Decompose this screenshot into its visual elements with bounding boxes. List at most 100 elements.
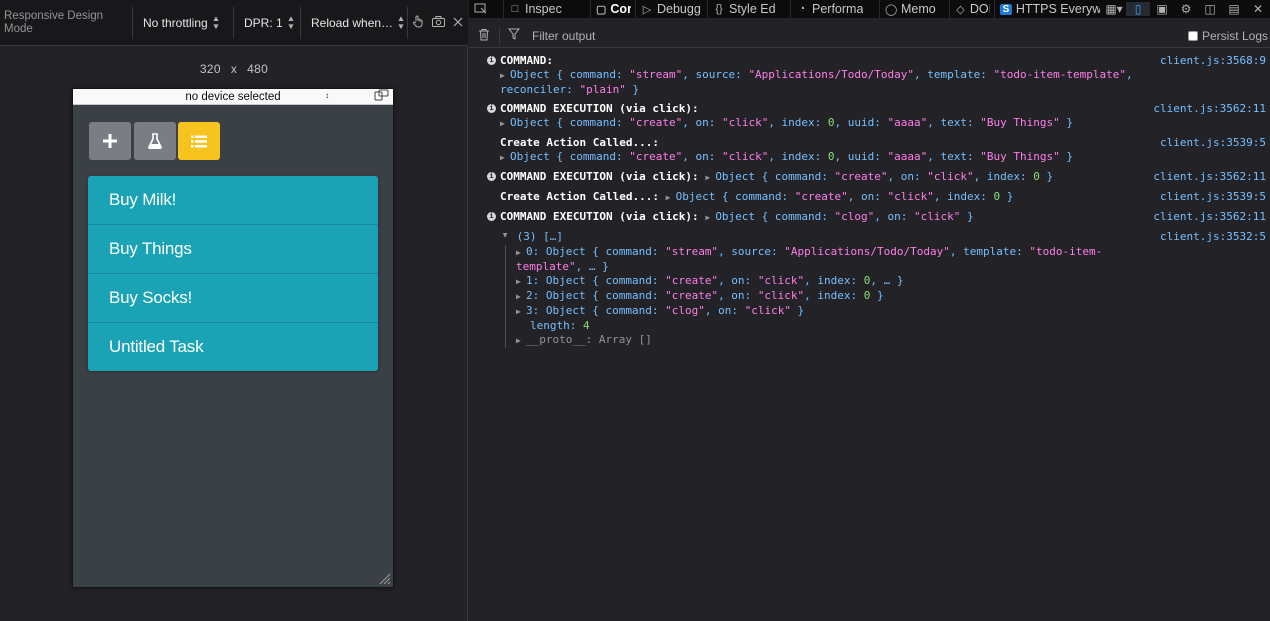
- tab-console[interactable]: ▢Conso: [591, 0, 636, 18]
- expand-arrow-icon[interactable]: ▶: [516, 275, 526, 289]
- object-preview[interactable]: ▶ Object { command: "clog", on: "click" }: [705, 210, 973, 223]
- pick-element-button[interactable]: [469, 0, 504, 18]
- expand-arrow-icon[interactable]: ▶: [705, 171, 715, 185]
- collapse-arrow-icon[interactable]: ▶: [498, 233, 512, 243]
- console-message: client.js:3532:5 ▶ (3) […] ▶ 0: Object { …: [469, 230, 1270, 348]
- source-link[interactable]: client.js:3539:5: [1160, 190, 1266, 204]
- expand-arrow-icon[interactable]: ▶: [705, 211, 715, 225]
- responsive-mode-icon[interactable]: ▯: [1126, 2, 1150, 16]
- expand-arrow-icon[interactable]: ▶: [500, 117, 510, 131]
- screenshot-icon[interactable]: ▣: [1150, 2, 1174, 16]
- resize-handle-icon[interactable]: [379, 573, 391, 585]
- object-preview[interactable]: ▶ Object { command: "create", on: "click"…: [666, 190, 1014, 203]
- info-icon: i: [487, 104, 496, 113]
- chevron-updown-icon: ▲ ▼: [286, 13, 296, 31]
- https-everywhere-icon: S: [1000, 3, 1012, 15]
- array-header[interactable]: ▶ (3) […]: [500, 230, 1150, 245]
- source-link[interactable]: client.js:3562:11: [1153, 210, 1266, 224]
- expand-arrow-icon[interactable]: ▶: [516, 305, 526, 319]
- filter-output-input[interactable]: Filter output: [528, 29, 1188, 43]
- devtools-pane: □Inspec ▢Conso ▷Debugg {}Style Ed ◔Perfo…: [469, 0, 1270, 621]
- tab-debugger[interactable]: ▷ Debugg: [636, 0, 708, 18]
- expand-arrow-icon[interactable]: ▶: [500, 151, 510, 165]
- camera-icon[interactable]: [428, 15, 449, 30]
- style-editor-icon: {}: [715, 3, 723, 15]
- array-proto[interactable]: ▶ __proto__: Array []: [516, 333, 1150, 348]
- expand-arrow-icon[interactable]: ▶: [666, 191, 676, 205]
- expand-arrow-icon[interactable]: ▶: [500, 69, 510, 83]
- device-frame: no device selected ↕ Buy Milk! Buy Thing…: [72, 88, 394, 588]
- layout-dropdown-icon[interactable]: ▦▾: [1102, 2, 1126, 16]
- dpr-select[interactable]: DPR: 1 ▲ ▼: [234, 13, 300, 31]
- expand-arrow-icon[interactable]: ▶: [516, 334, 526, 348]
- list-view-button[interactable]: [178, 122, 220, 160]
- rdm-toolbar: Responsive Design Mode No throttling ▲ ▼ …: [0, 0, 468, 46]
- viewport-width[interactable]: 320: [200, 62, 221, 76]
- persist-logs-checkbox[interactable]: Persist Logs: [1187, 29, 1270, 43]
- rdm-title: Responsive Design Mode: [4, 9, 104, 35]
- checkbox[interactable]: [1187, 30, 1198, 41]
- device-selector[interactable]: no device selected ↕: [73, 89, 393, 105]
- tab-inspector[interactable]: □ Inspec: [504, 0, 591, 18]
- throttling-select[interactable]: No throttling ▲ ▼: [133, 13, 233, 31]
- array-entry[interactable]: ▶ 2: Object { command: "create", on: "cli…: [516, 289, 1150, 304]
- touch-simulation-icon[interactable]: [408, 15, 428, 31]
- viewport-size-readout: 320 x 480: [199, 62, 269, 76]
- object-preview[interactable]: ▶ Object { command: "stream", source: "Ap…: [500, 68, 1150, 97]
- dock-side-icon[interactable]: ◫: [1198, 2, 1222, 16]
- info-icon: i: [487, 212, 496, 221]
- console-icon: ▢: [596, 3, 607, 16]
- expand-arrow-icon[interactable]: ▶: [516, 290, 526, 304]
- source-link[interactable]: client.js:3532:5: [1160, 230, 1266, 244]
- todo-list: Buy Milk! Buy Things Buy Socks! Untitled…: [88, 176, 378, 371]
- devtools-toolbar-icons: ▦▾ ▯ ▣ ⚙ ◫ ▤ ✕: [1102, 0, 1270, 18]
- chevron-updown-icon: ▲ ▼: [396, 13, 406, 31]
- object-preview[interactable]: ▶ Object { command: "create", on: "click"…: [500, 150, 1150, 165]
- todo-item[interactable]: Untitled Task: [88, 323, 378, 371]
- source-link[interactable]: client.js:3568:9: [1160, 54, 1266, 68]
- gear-icon[interactable]: ⚙: [1174, 2, 1198, 16]
- chevron-updown-icon: ▲ ▼: [211, 13, 221, 31]
- list-icon: [191, 135, 207, 147]
- close-devtools-icon[interactable]: ✕: [1246, 2, 1270, 16]
- array-entry[interactable]: ▶ 0: Object { command: "stream", source: …: [516, 245, 1150, 274]
- expand-arrow-icon[interactable]: ▶: [516, 246, 526, 260]
- console-message: i client.js:3568:9 COMMAND: ▶ Object { co…: [469, 54, 1270, 97]
- inspector-icon: □: [511, 3, 519, 15]
- console-message: client.js:3539:5 Create Action Called...…: [500, 136, 1266, 165]
- viewport-height[interactable]: 480: [247, 62, 268, 76]
- source-link[interactable]: client.js:3539:5: [1160, 136, 1266, 150]
- flask-button[interactable]: [134, 122, 176, 160]
- object-preview[interactable]: ▶ Object { command: "create", on: "click"…: [500, 116, 1150, 131]
- info-icon: i: [487, 172, 496, 181]
- tab-dom[interactable]: ◇ DOI: [950, 0, 995, 18]
- tab-style-editor[interactable]: {} Style Ed: [708, 0, 791, 18]
- chevron-updown-icon: ↕: [325, 91, 329, 100]
- array-entry[interactable]: ▶ 1: Object { command: "create", on: "cli…: [516, 274, 1150, 289]
- dock-bottom-icon[interactable]: ▤: [1222, 2, 1246, 16]
- console-output: i client.js:3568:9 COMMAND: ▶ Object { co…: [469, 50, 1270, 621]
- tab-memory[interactable]: ◯ Memo: [880, 0, 950, 18]
- trash-icon[interactable]: [469, 28, 499, 44]
- plus-icon: [103, 134, 117, 148]
- source-link[interactable]: client.js:3562:11: [1153, 102, 1266, 116]
- tab-performance[interactable]: ◔ Performa: [791, 0, 880, 18]
- object-preview[interactable]: ▶ Object { command: "create", on: "click"…: [705, 170, 1053, 183]
- array-entry[interactable]: ▶ 3: Object { command: "clog", on: "click…: [516, 304, 1150, 319]
- info-icon: i: [487, 56, 496, 65]
- source-link[interactable]: client.js:3562:11: [1153, 170, 1266, 184]
- todo-item[interactable]: Buy Milk!: [88, 176, 378, 225]
- reload-select[interactable]: Reload when… ▲ ▼: [301, 13, 407, 31]
- todo-item[interactable]: Buy Socks!: [88, 274, 378, 323]
- memory-icon: ◯: [885, 3, 898, 16]
- dom-icon: ◇: [956, 3, 965, 16]
- tab-https-everywhere[interactable]: S HTTPS Everyw: [995, 0, 1105, 18]
- rotate-icon[interactable]: [373, 89, 389, 104]
- console-filterbar: Filter output Persist Logs: [469, 24, 1270, 48]
- array-body: ▶ 0: Object { command: "stream", source: …: [505, 245, 1150, 348]
- devtools-tabbar: □Inspec ▢Conso ▷Debugg {}Style Ed ◔Perfo…: [469, 0, 1270, 18]
- todo-item[interactable]: Buy Things: [88, 225, 378, 274]
- add-task-button[interactable]: [89, 122, 131, 160]
- console-message: i client.js:3562:11 COMMAND EXECUTION (v…: [469, 102, 1270, 131]
- close-icon[interactable]: [449, 15, 467, 30]
